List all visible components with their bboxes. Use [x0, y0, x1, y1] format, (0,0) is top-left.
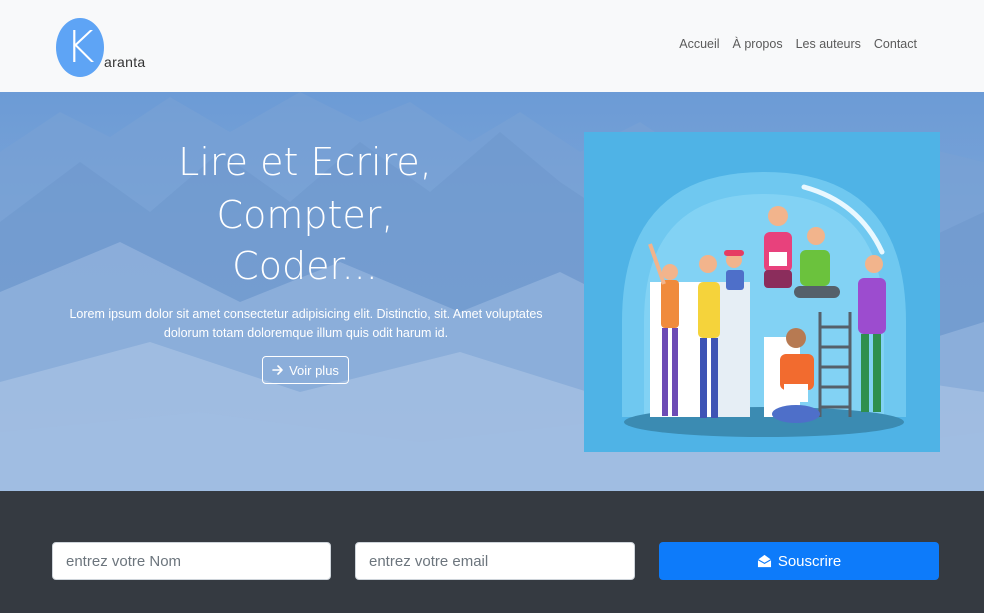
logo-text: aranta [104, 54, 146, 70]
hero-title-line-1: Lire et Ecrire, [178, 140, 432, 184]
voir-plus-button[interactable]: Voir plus [262, 356, 349, 384]
subscribe-button[interactable]: Souscrire [659, 542, 939, 580]
hero-title-line-2: Compter, [216, 193, 394, 237]
nav-link-a-propos[interactable]: À propos [733, 37, 783, 51]
nav-menu: Accueil À propos Les auteurs Contact [666, 37, 917, 51]
name-input[interactable] [52, 542, 331, 580]
voir-plus-label: Voir plus [289, 362, 339, 378]
navbar: K aranta Accueil À propos Les auteurs Co… [0, 0, 984, 92]
people-dome-illustration [622, 172, 906, 437]
hero-description: Lorem ipsum dolor sit amet consectetur a… [69, 307, 543, 340]
subscribe-section: Souscrire [0, 491, 984, 613]
envelope-open-icon [757, 554, 772, 568]
arrow-right-icon [272, 365, 283, 375]
hero-title-line-3: Coder... [232, 244, 378, 288]
brand-logo[interactable]: K aranta [56, 18, 206, 78]
email-input[interactable] [355, 542, 635, 580]
subscribe-button-label: Souscrire [777, 552, 842, 570]
nav-link-accueil[interactable]: Accueil [679, 37, 719, 51]
hero-illustration [584, 132, 940, 452]
logo-initial: K [56, 18, 104, 77]
nav-link-contact[interactable]: Contact [874, 37, 917, 51]
hero-section: Lire et Ecrire, Compter, Coder... Lorem … [0, 92, 984, 491]
nav-link-auteurs[interactable]: Les auteurs [796, 37, 861, 51]
